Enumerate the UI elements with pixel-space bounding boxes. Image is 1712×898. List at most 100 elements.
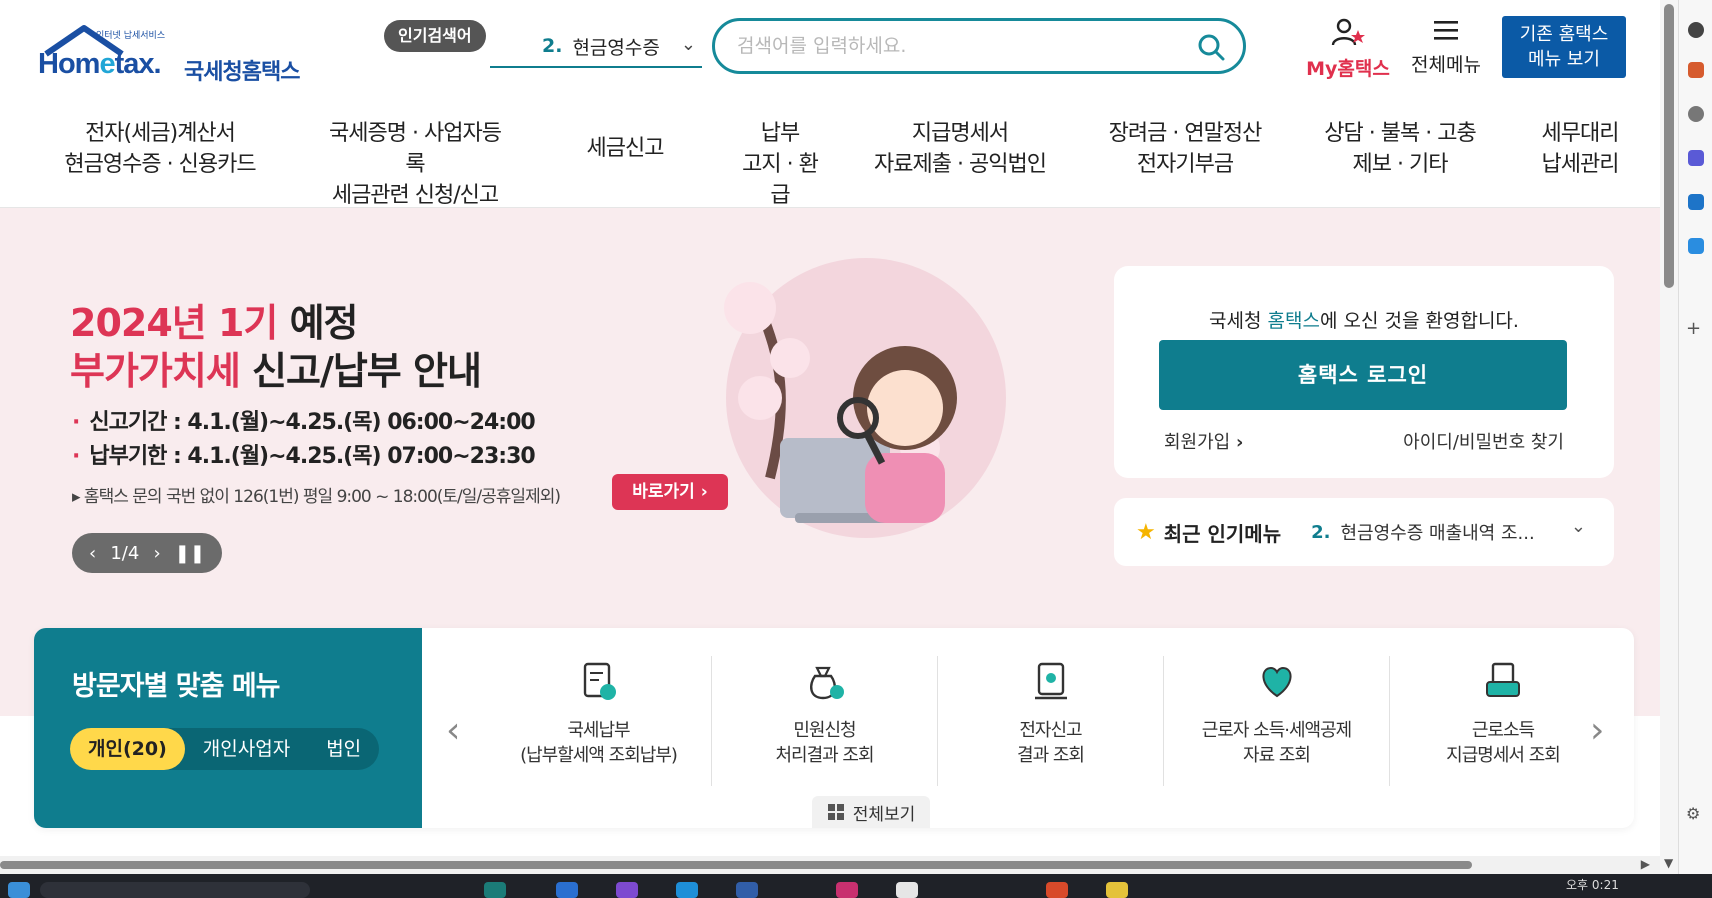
tray-document-icon bbox=[1486, 662, 1520, 697]
send-icon[interactable] bbox=[1688, 238, 1704, 254]
scroll-down-arrow-icon[interactable]: ▼ bbox=[1664, 856, 1673, 870]
slide-counter: 1/4 bbox=[110, 542, 140, 564]
all-menu-label: 전체메뉴 bbox=[1411, 54, 1481, 76]
outlook-icon[interactable] bbox=[1688, 194, 1704, 210]
card-tax-payment[interactable]: 국세납부 (납부할세액 조회납부) bbox=[486, 656, 712, 786]
visitor-menu-title: 방문자별 맞춤 메뉴 bbox=[72, 671, 281, 702]
nav-agent[interactable]: 세무대리 납세관리 bbox=[1530, 118, 1630, 188]
popular-rank: 2. bbox=[542, 35, 563, 57]
signup-link[interactable]: 회원가입 › bbox=[1164, 428, 1243, 454]
horizontal-scrollbar[interactable]: ▶ bbox=[0, 856, 1660, 874]
vertical-scroll-thumb[interactable] bbox=[1664, 4, 1674, 288]
hero-contact-note: ▸ 홈택스 문의 국번 없이 126(1번) 평일 9:00 ~ 18:00(토… bbox=[72, 487, 561, 507]
hero-payment-deadline: · 납부기한 : 4.1.(월)~4.25.(목) 07:00~23:30 bbox=[72, 444, 536, 469]
tab-sole-proprietor[interactable]: 개인사업자 bbox=[185, 728, 308, 770]
money-bag-icon bbox=[809, 666, 844, 700]
tab-corporation[interactable]: 법인 bbox=[308, 728, 379, 770]
browser-sidebar: + ⚙ bbox=[1678, 0, 1712, 874]
nav-consult[interactable]: 상담 · 불복 · 고충 제보 · 기타 bbox=[1270, 118, 1530, 188]
hero-pager: ‹ 1/4 › ❚❚ bbox=[72, 533, 222, 573]
view-all-button[interactable]: 전체보기 bbox=[812, 796, 930, 828]
taskbar-app-icon[interactable] bbox=[616, 882, 638, 898]
next-slide-icon[interactable]: › bbox=[153, 543, 160, 564]
logo-name: 국세청홈택스 bbox=[184, 60, 300, 85]
login-panel: 국세청 홈택스에 오신 것을 환영합니다. 홈택스 로그인 회원가입 › 아이디… bbox=[1114, 266, 1614, 478]
games-icon[interactable] bbox=[1688, 150, 1704, 166]
card-label: 전자신고 결과 조회 bbox=[1017, 720, 1085, 766]
certificate-icon bbox=[1034, 662, 1067, 700]
hero-illustration bbox=[724, 258, 1006, 538]
nav-tax-report[interactable]: 세금신고 bbox=[510, 118, 740, 188]
card-label: 민원신청 처리결과 조회 bbox=[775, 720, 874, 766]
taskbar-app-icon[interactable] bbox=[836, 882, 858, 898]
taskbar-app-icon[interactable] bbox=[736, 882, 758, 898]
taskbar-app-icon[interactable] bbox=[1106, 882, 1128, 898]
nav-statement[interactable]: 지급명세서 자료제출 · 공익법인 bbox=[820, 118, 1100, 188]
old-hometax-menu-button[interactable]: 기존 홈택스 메뉴 보기 bbox=[1502, 16, 1626, 78]
login-button[interactable]: 홈택스 로그인 bbox=[1159, 340, 1567, 410]
taskbar-search-box[interactable] bbox=[40, 882, 310, 898]
recent-popular-title: 최근 인기메뉴 bbox=[1163, 521, 1282, 546]
copilot-icon[interactable] bbox=[1688, 22, 1704, 38]
taskbar-app-icon[interactable] bbox=[896, 882, 918, 898]
my-hometax-label: My홈택스 bbox=[1306, 58, 1390, 80]
chevron-down-icon: ⌄ bbox=[680, 34, 696, 55]
search-icon[interactable] bbox=[1197, 33, 1225, 61]
os-taskbar: 오후 0:21 bbox=[0, 874, 1712, 898]
taskbar-app-icon[interactable] bbox=[676, 882, 698, 898]
popular-keyword: 현금영수증 bbox=[572, 36, 660, 59]
popular-search-badge: 인기검색어 bbox=[384, 20, 486, 52]
popular-search-select[interactable]: 2. 현금영수증 ⌄ bbox=[490, 26, 702, 68]
hero-filing-period: · 신고기간 : 4.1.(월)~4.25.(목) 06:00~24:00 bbox=[72, 410, 536, 435]
grid-icon bbox=[827, 804, 844, 820]
all-menu-button[interactable]: 전체메뉴 bbox=[1404, 18, 1488, 77]
taskbar-app-icon[interactable] bbox=[484, 882, 506, 898]
card-income-statement[interactable]: 근로소득 지급명세서 조회 bbox=[1390, 656, 1616, 786]
recent-rank: 2. bbox=[1311, 521, 1331, 543]
search-input[interactable] bbox=[737, 30, 1177, 62]
logo-wordmark: Hometax. bbox=[38, 48, 162, 80]
find-id-password-link[interactable]: 아이디/비밀번호 찾기 bbox=[1403, 428, 1564, 454]
pause-icon[interactable]: ❚❚ bbox=[175, 543, 205, 564]
card-e-filing-result[interactable]: 전자신고 결과 조회 bbox=[938, 656, 1164, 786]
start-icon[interactable] bbox=[8, 882, 30, 898]
recent-popular-menu[interactable]: ★ 최근 인기메뉴 2. 현금영수증 매출내역 조... ⌄ bbox=[1114, 498, 1614, 566]
horizontal-scroll-thumb[interactable] bbox=[0, 861, 1472, 869]
prev-slide-icon[interactable]: ‹ bbox=[89, 543, 96, 564]
document-payment-icon bbox=[583, 662, 616, 700]
tab-individual[interactable]: 개인(20) bbox=[70, 728, 185, 770]
my-hometax-button[interactable]: My홈택스 bbox=[1300, 18, 1396, 81]
card-civil-petition[interactable]: 민원신청 처리결과 조회 bbox=[712, 656, 938, 786]
nav-payment[interactable]: 납부 고지 · 환급 bbox=[740, 118, 820, 208]
prev-card-arrow-icon[interactable]: ‹ bbox=[446, 710, 460, 751]
site-header: 인터넷 납세서비스 Hometax. 국세청홈택스 인기검색어 2. 현금영수증… bbox=[0, 0, 1660, 208]
hamburger-icon bbox=[1434, 21, 1458, 40]
briefcase-icon[interactable] bbox=[1688, 62, 1704, 78]
taskbar-clock: 오후 0:21 bbox=[1566, 878, 1619, 892]
nav-incentive[interactable]: 장려금 · 연말정산 전자기부금 bbox=[1100, 118, 1270, 188]
chevron-down-icon: ⌄ bbox=[1570, 516, 1586, 537]
welcome-text: 국세청 홈택스에 오신 것을 환영합니다. bbox=[1209, 310, 1519, 332]
visitor-menu-cards: 국세납부 (납부할세액 조회납부) 민원신청 처리결과 조회 전자신고 결과 조… bbox=[486, 656, 1616, 806]
visitor-custom-menu: 방문자별 맞춤 메뉴 개인(20) 개인사업자 법인 ‹ › 국세납부 (납부할… bbox=[34, 628, 1634, 828]
user-star-icon bbox=[1331, 18, 1365, 46]
heart-hands-icon bbox=[1262, 666, 1291, 698]
taskbar-app-icon[interactable] bbox=[556, 882, 578, 898]
taskbar-app-icon[interactable] bbox=[1046, 882, 1068, 898]
card-label: 근로자 소득·세액공제 자료 조회 bbox=[1201, 720, 1352, 766]
card-worker-deduction[interactable]: 근로자 소득·세액공제 자료 조회 bbox=[1164, 656, 1390, 786]
nav-invoice[interactable]: 전자(세금)계산서 현금영수증 · 신용카드 bbox=[0, 118, 320, 188]
scroll-right-arrow-icon[interactable]: ▶ bbox=[1641, 857, 1650, 871]
star-icon: ★ bbox=[1136, 519, 1156, 545]
vertical-scrollbar[interactable]: ▼ bbox=[1660, 0, 1678, 874]
add-icon[interactable]: + bbox=[1686, 318, 1706, 339]
hometax-logo[interactable]: 인터넷 납세서비스 Hometax. 국세청홈택스 bbox=[36, 14, 306, 85]
global-nav: 전자(세금)계산서 현금영수증 · 신용카드 국세증명 · 사업자등록 세금관련… bbox=[0, 118, 1660, 208]
visitor-tabs: 개인(20) 개인사업자 법인 bbox=[70, 728, 380, 770]
search-box bbox=[712, 18, 1246, 74]
card-label: 근로소득 지급명세서 조회 bbox=[1446, 720, 1561, 766]
profile-icon[interactable] bbox=[1688, 106, 1704, 122]
settings-gear-icon[interactable]: ⚙ bbox=[1686, 804, 1702, 823]
card-label: 국세납부 (납부할세액 조회납부) bbox=[520, 720, 678, 766]
nav-certificate[interactable]: 국세증명 · 사업자등록 세금관련 신청/신고 bbox=[320, 118, 510, 208]
